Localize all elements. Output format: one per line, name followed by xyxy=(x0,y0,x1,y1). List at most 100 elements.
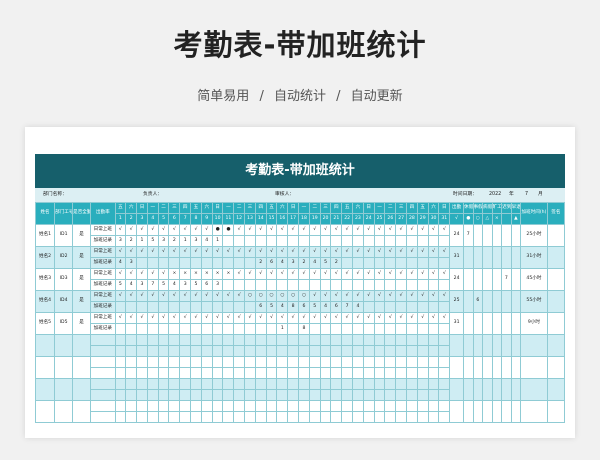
blank-cell xyxy=(416,389,429,401)
sign-cell xyxy=(546,290,566,313)
weekday-header: 四 xyxy=(406,202,418,214)
day-header: 1 xyxy=(114,213,127,225)
blank-cell xyxy=(179,400,192,412)
overtime-cell: 4 xyxy=(352,301,364,313)
day-header: 30 xyxy=(427,213,440,225)
attendance-cell: √ xyxy=(254,312,267,324)
attendance-cell: √ xyxy=(319,312,332,324)
day-header: 9 xyxy=(200,213,213,225)
stat-cell xyxy=(482,246,493,269)
attendance-cell: √ xyxy=(114,246,127,258)
stat-cell: 31 xyxy=(449,246,464,269)
blank-cell xyxy=(179,389,192,401)
attendance-cell: ● xyxy=(222,224,235,236)
blank-cell xyxy=(146,378,159,390)
overtime-cell xyxy=(265,279,278,291)
blank-cell xyxy=(438,389,451,401)
blank-cell xyxy=(222,345,235,357)
overtime-cell xyxy=(157,301,170,313)
blank-cell xyxy=(211,334,224,346)
blank-cell xyxy=(298,367,310,379)
attendance-cell: √ xyxy=(373,312,386,324)
overtime-cell xyxy=(330,279,343,291)
attendance-cell: √ xyxy=(362,268,375,280)
stat-cell xyxy=(510,312,522,335)
overtime-cell xyxy=(438,235,451,247)
attendance-cell: √ xyxy=(287,268,300,280)
stat-cell xyxy=(463,290,474,313)
row-type-label: 加班记录 xyxy=(90,235,116,247)
blank-cell xyxy=(341,378,354,390)
attendance-cell: √ xyxy=(330,224,343,236)
blank-cell xyxy=(222,400,235,412)
attendance-cell: √ xyxy=(308,290,321,302)
overtime-cell: 1 xyxy=(179,235,192,247)
attendance-cell: √ xyxy=(179,290,192,302)
blank-cell xyxy=(254,378,267,390)
attendance-cell: √ xyxy=(406,246,418,258)
attendance-cell: √ xyxy=(298,268,310,280)
blank-cell xyxy=(254,334,267,346)
overtime-cell: 4 xyxy=(319,301,332,313)
employee-full: 是 xyxy=(72,246,92,269)
stat-cell xyxy=(510,268,522,291)
overtime-cell: 2 xyxy=(125,235,138,247)
blank-cell xyxy=(233,400,246,412)
day-header: 7 xyxy=(179,213,192,225)
attendance-cell: √ xyxy=(233,246,246,258)
overtime-cell xyxy=(438,301,451,313)
blank-cell xyxy=(146,389,159,401)
blank-cell xyxy=(125,356,138,368)
blank-cell xyxy=(222,411,235,423)
stat-cell: 31 xyxy=(449,312,464,335)
blank-cell xyxy=(265,345,278,357)
blank-cell xyxy=(449,334,464,357)
blank-cell xyxy=(254,345,267,357)
blank-cell xyxy=(341,411,354,423)
overtime-total: 55小时 xyxy=(520,290,548,313)
blank-cell xyxy=(190,378,202,390)
overtime-cell xyxy=(190,323,202,335)
blank-cell xyxy=(179,378,192,390)
employee-full: 是 xyxy=(72,224,92,247)
overtime-cell xyxy=(190,301,202,313)
blank-cell xyxy=(168,367,181,379)
attendance-cell: √ xyxy=(427,290,440,302)
attendance-cell: √ xyxy=(136,246,148,258)
overtime-cell xyxy=(287,323,300,335)
blank-cell xyxy=(384,378,397,390)
overtime-cell: 5 xyxy=(114,279,127,291)
row-type-label: 加班记录 xyxy=(90,323,116,335)
attendance-cell: √ xyxy=(427,246,440,258)
overtime-cell xyxy=(211,257,224,269)
stat-cell xyxy=(510,290,522,313)
attendance-cell: √ xyxy=(211,312,224,324)
blank-cell xyxy=(491,378,503,401)
stat-cell xyxy=(510,224,522,247)
blank-cell xyxy=(308,389,321,401)
blank-cell xyxy=(136,378,148,390)
blank-cell xyxy=(146,367,159,379)
weekday-header: 一 xyxy=(222,202,235,214)
overtime-cell xyxy=(308,279,321,291)
attendance-cell: √ xyxy=(330,268,343,280)
blank-cell xyxy=(438,400,451,412)
overtime-cell xyxy=(222,301,235,313)
attendance-cell: × xyxy=(200,268,213,280)
overtime-cell xyxy=(254,279,267,291)
attendance-cell: √ xyxy=(438,224,451,236)
attendance-cell: √ xyxy=(341,224,354,236)
blank-cell xyxy=(34,378,56,401)
weekday-header: 二 xyxy=(308,202,321,214)
blank-cell xyxy=(287,400,300,412)
blank-cell xyxy=(406,356,418,368)
day-header: 19 xyxy=(308,213,321,225)
overtime-cell xyxy=(168,323,181,335)
overtime-cell xyxy=(438,279,451,291)
blank-cell xyxy=(298,389,310,401)
blank-cell xyxy=(406,367,418,379)
attendance-cell: √ xyxy=(179,246,192,258)
blank-cell xyxy=(298,411,310,423)
overtime-total: 45小时 xyxy=(520,268,548,291)
blank-cell xyxy=(384,400,397,412)
